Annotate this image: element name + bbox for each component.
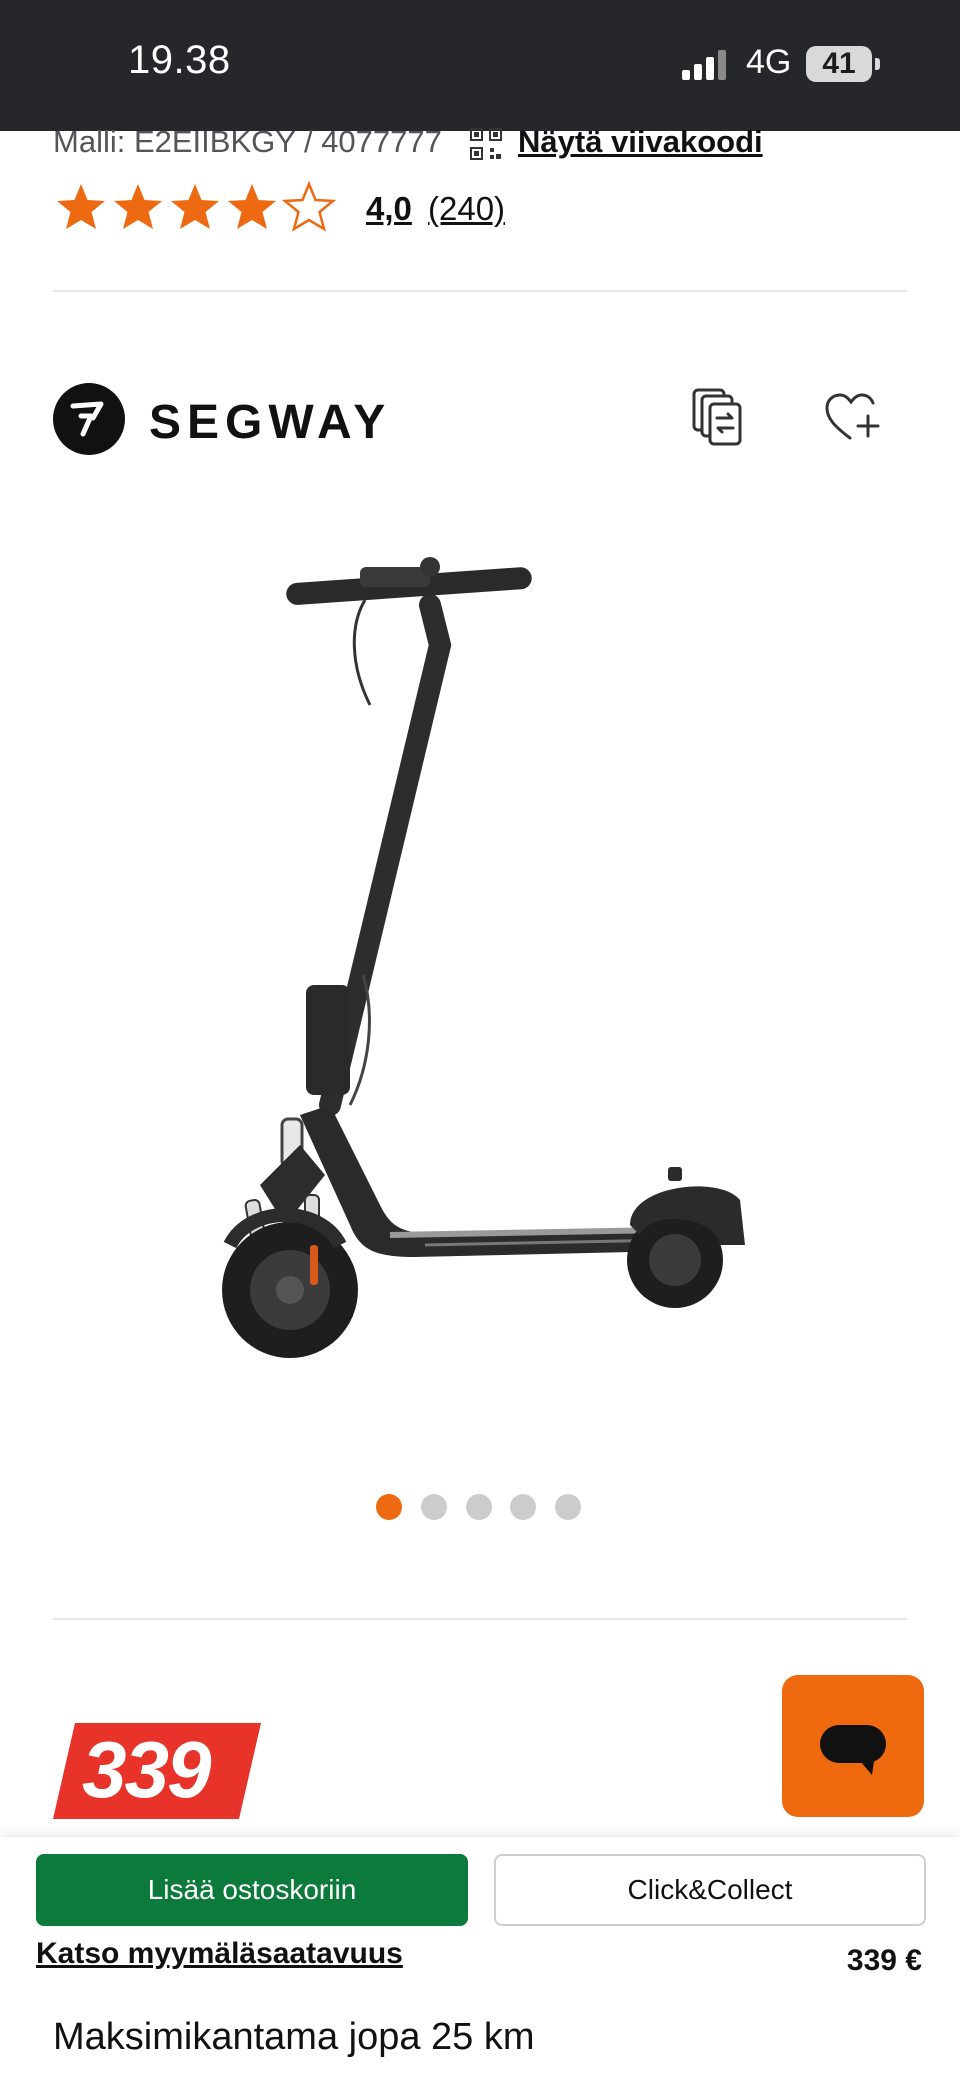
svg-text:SEGWAY: SEGWAY [149, 396, 391, 449]
star-icon [171, 184, 219, 229]
carousel-dot[interactable] [510, 1494, 536, 1520]
model-number: Malli: E2EIIBKGY / 4077777 [53, 124, 442, 159]
feature-heading: Maksimikantama jopa 25 km [53, 2016, 535, 2058]
star-empty-icon [281, 180, 337, 232]
image-carousel-dots[interactable] [376, 1494, 586, 1522]
carousel-dot[interactable] [555, 1494, 581, 1520]
compare-icon[interactable] [692, 388, 748, 448]
chat-icon [820, 1725, 886, 1775]
segway-logo: SEGWAY [53, 383, 391, 455]
barcode-icon[interactable] [470, 128, 502, 160]
product-image[interactable] [200, 545, 760, 1395]
signal-icon [682, 50, 726, 80]
store-availability-link[interactable]: Katso myymäläsaatavuus [36, 1937, 403, 1971]
star-icon [57, 184, 105, 229]
show-barcode-link[interactable]: Näytä viivakoodi [518, 124, 763, 160]
divider [53, 290, 907, 292]
carousel-dot[interactable] [421, 1494, 447, 1520]
wishlist-heart-icon[interactable] [824, 392, 882, 444]
rating-count[interactable]: (240) [428, 190, 505, 228]
bottom-price: 339 € [846, 1944, 922, 1977]
star-icon [228, 184, 276, 229]
status-bar: 19.38 4G 41 [0, 0, 960, 131]
status-time: 19.38 [128, 38, 231, 82]
carousel-dot-active[interactable] [376, 1494, 402, 1520]
carousel-dot[interactable] [466, 1494, 492, 1520]
battery-indicator: 41 [806, 46, 880, 82]
rating-value[interactable]: 4,0 [366, 190, 412, 228]
chat-button[interactable] [782, 1675, 924, 1817]
network-type: 4G [746, 43, 792, 81]
price-badge: 339 [82, 1725, 211, 1814]
click-collect-button[interactable]: Click&Collect [494, 1854, 926, 1926]
divider [53, 1618, 907, 1620]
star-icon [114, 184, 162, 229]
add-to-cart-button[interactable]: Lisää ostoskoriin [36, 1854, 468, 1926]
rating-stars[interactable] [53, 180, 338, 236]
